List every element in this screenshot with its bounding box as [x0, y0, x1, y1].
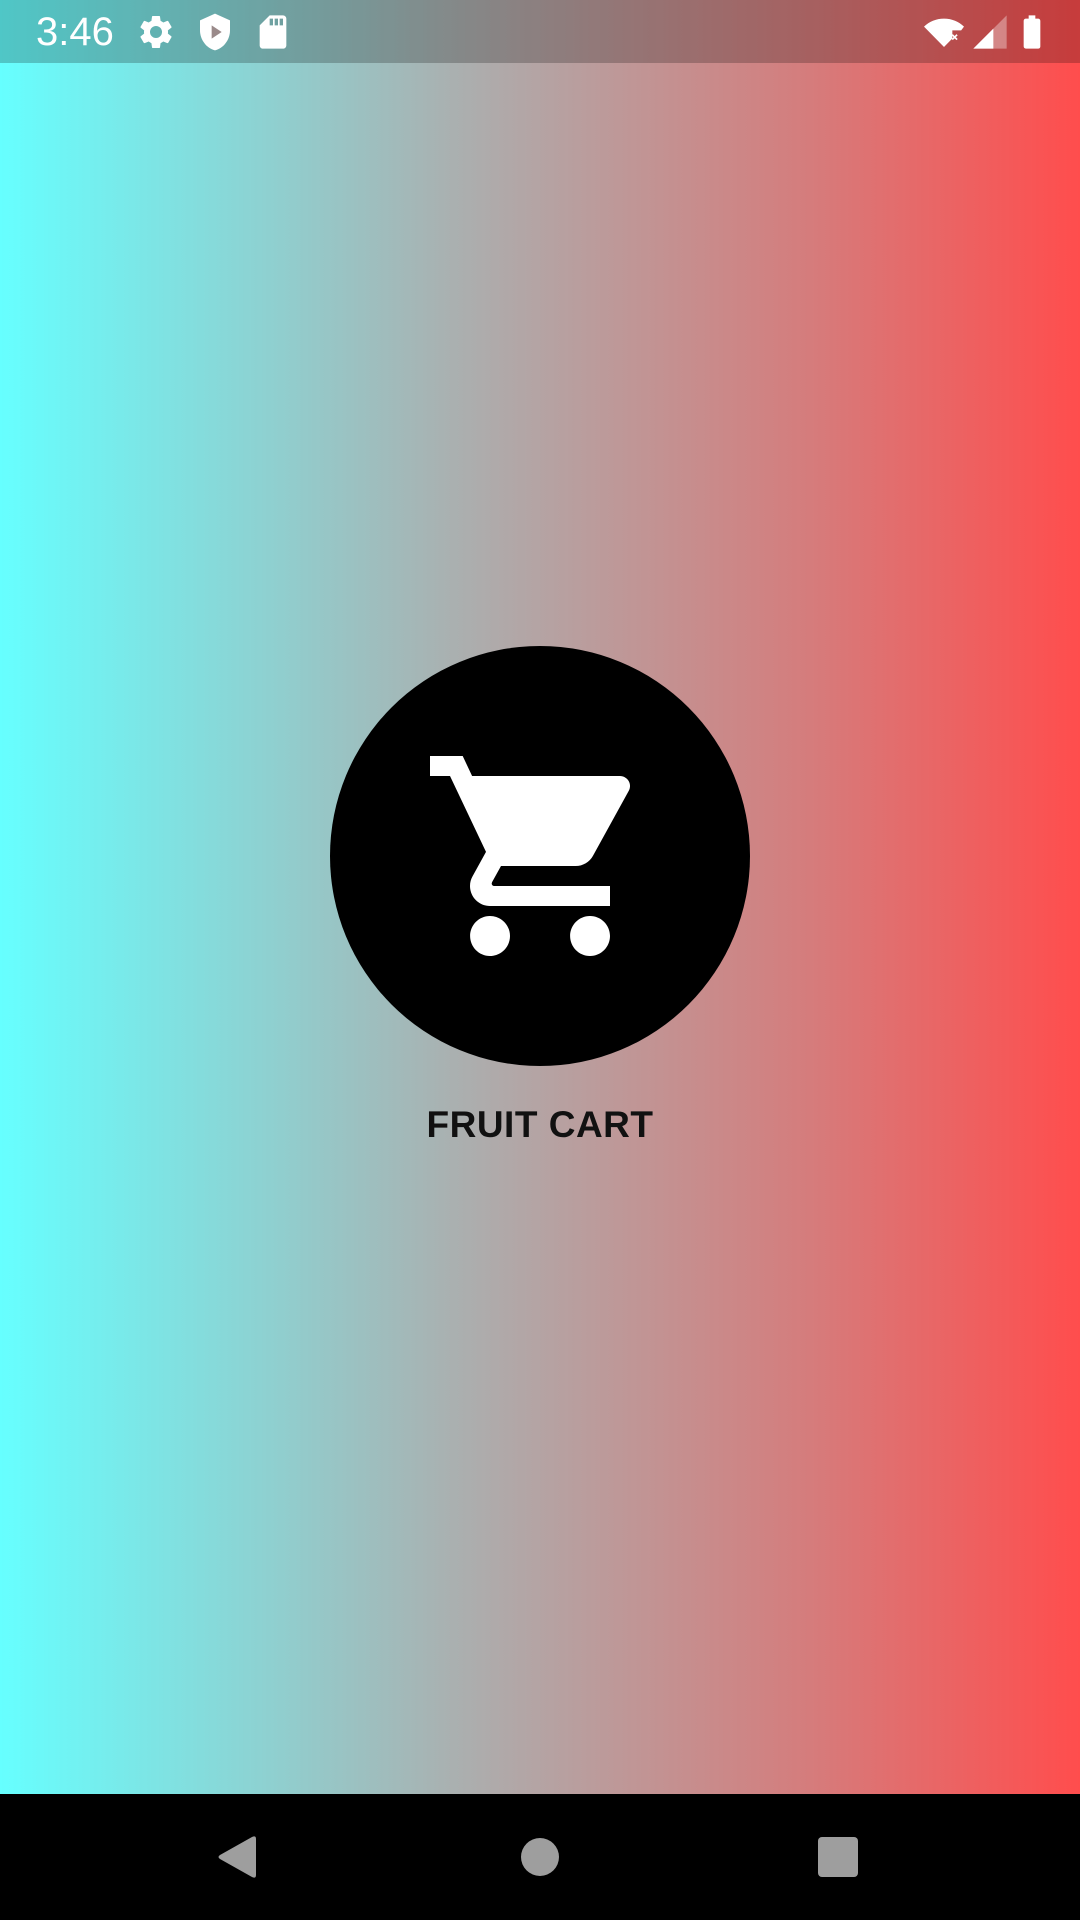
status-time: 3:46: [36, 10, 114, 54]
battery-icon: [1012, 12, 1052, 52]
shield-play-icon: [195, 12, 235, 52]
wifi-off-icon: [922, 12, 966, 52]
splash-screen: 3:46 FRUIT CART: [0, 0, 1080, 1920]
shopping-cart-icon: [420, 736, 660, 976]
gear-icon: [136, 12, 176, 52]
recents-icon[interactable]: [808, 1827, 868, 1887]
navigation-bar: [0, 1794, 1080, 1920]
signal-icon: [970, 12, 1010, 52]
status-bar: 3:46: [0, 0, 1080, 63]
sd-card-icon: [253, 12, 293, 52]
app-title: FRUIT CART: [426, 1104, 654, 1145]
back-icon[interactable]: [208, 1827, 268, 1887]
home-icon[interactable]: [510, 1827, 570, 1887]
